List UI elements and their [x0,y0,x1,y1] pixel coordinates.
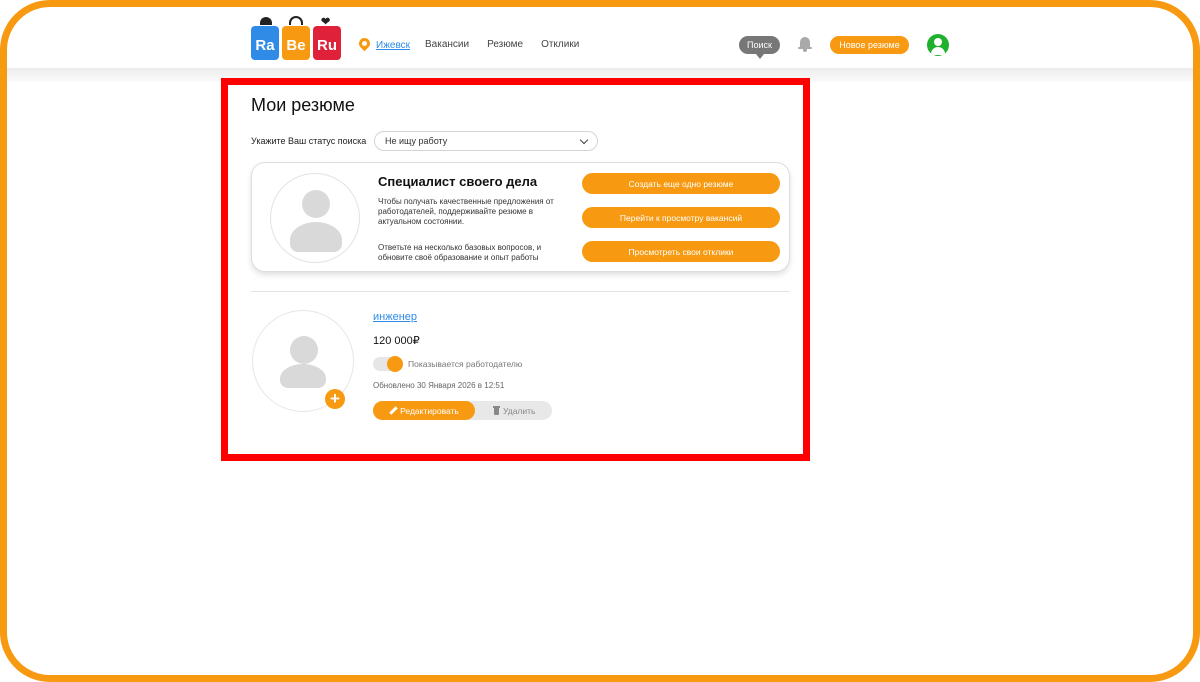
search-status-select[interactable]: Не ищу работу [374,131,598,151]
header-shadow [0,68,1200,82]
city-link[interactable]: Ижевск [376,40,410,51]
section-divider [251,291,790,292]
promo-title: Специалист своего дела [378,174,538,189]
resume-actions: Редактировать Удалить [373,401,552,420]
user-avatar-icon[interactable] [927,34,949,56]
view-vacancies-button[interactable]: Перейти к просмотру вакансий [582,207,780,228]
status-label: Укажите Ваш статус поиска [251,136,367,146]
logo-block-be: Be [282,16,310,60]
main-nav: Вакансии Резюме Отклики [425,39,579,50]
bell-icon[interactable] [798,37,812,52]
visibility-toggle[interactable] [373,356,403,372]
trash-icon [493,406,500,415]
logo-block-ru: ❤ Ru [313,16,341,60]
logo-block-ra: Ra [251,17,279,60]
new-resume-button[interactable]: Новое резюме [830,36,909,54]
avatar-placeholder-icon [270,173,360,263]
resume-title-link[interactable]: инженер [373,311,417,323]
search-status-value: Не ищу работу [385,136,448,146]
location-pin-icon [359,38,370,52]
page-title: Мои резюме [251,95,355,115]
edit-resume-button[interactable]: Редактировать [373,401,475,420]
delete-resume-button[interactable]: Удалить [493,401,535,420]
nav-item-resumes[interactable]: Резюме [487,39,523,50]
add-photo-icon[interactable]: + [325,389,345,409]
window-frame [0,0,1200,682]
logo[interactable]: Ra Be ❤ Ru [251,16,341,60]
visibility-label: Показывается работодателю [408,359,523,369]
search-button[interactable]: Поиск [739,36,780,59]
updated-timestamp: Обновлено 30 Января 2026 в 12:51 [373,381,505,390]
city-selector[interactable]: Ижевск [359,38,410,52]
create-resume-button[interactable]: Создать еще одно резюме [582,173,780,194]
promo-hint: Ответьте на несколько базовых вопросов, … [378,243,542,262]
nav-item-responses[interactable]: Отклики [541,39,579,50]
chevron-down-icon [579,135,589,145]
pencil-icon [389,407,397,415]
resume-salary: 120 000₽ [373,335,420,347]
top-header: Ra Be ❤ Ru Ижевск Вакансии Резюме Отклики… [0,0,1200,68]
toggle-knob [387,356,403,372]
nav-item-vacancies[interactable]: Вакансии [425,39,469,50]
promo-text: Чтобы получать качественные предложения … [378,197,554,226]
view-responses-button[interactable]: Просмотреть свои отклики [582,241,780,262]
promo-card: Специалист своего дела Чтобы получать ка… [251,162,790,272]
